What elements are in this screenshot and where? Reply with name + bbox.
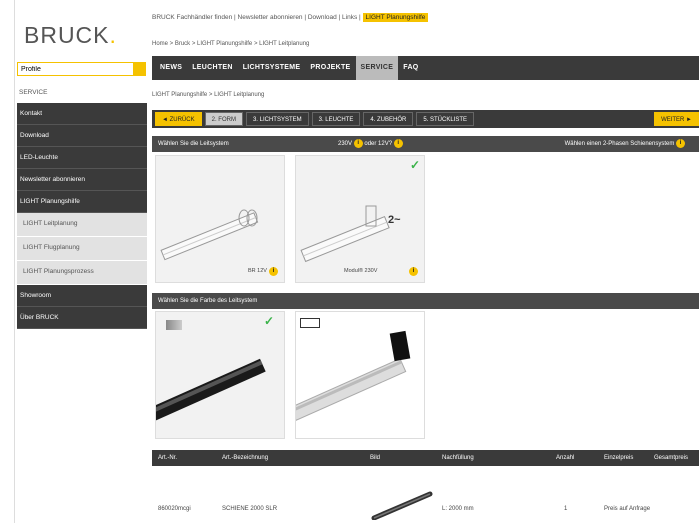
top-links-text[interactable]: BRUCK Fachhändler finden | Newsletter ab…: [152, 14, 361, 21]
nav-item-news[interactable]: NEWS: [155, 56, 187, 80]
info-icon[interactable]: i: [393, 138, 403, 148]
info-icon[interactable]: i: [353, 138, 363, 148]
top-links[interactable]: BRUCK Fachhändler finden | Newsletter ab…: [152, 13, 429, 22]
checkmark-icon: ✓: [409, 158, 420, 172]
sidebar-item-light-planungshilfe[interactable]: LIGHT Planungshilfe: [17, 191, 147, 213]
info-icon[interactable]: i: [409, 267, 418, 276]
sidebar-item-kontakt[interactable]: Kontakt: [17, 103, 147, 125]
voltage-choice: 230V i oder 12V? i: [338, 136, 403, 152]
bruck-logo[interactable]: BRUCK.: [24, 22, 117, 49]
section-farbe-header: Wählen Sie die Farbe des Leitsystem: [152, 293, 699, 309]
sidebar-item-newsletter[interactable]: Newsletter abonnieren: [17, 169, 147, 191]
content-breadcrumb[interactable]: LIGHT Planungshilfe > LIGHT Leitplanung: [152, 92, 264, 98]
table-row: 860020mcgi SCHIENE 2000 SLR L: 2000 mm 1…: [152, 468, 699, 523]
search-button[interactable]: [133, 63, 145, 75]
sidebar-item-led-leuchte[interactable]: LED-Leuchte: [17, 147, 147, 169]
col-einzelpreis: Einzelpreis: [604, 455, 634, 461]
col-art-nr: Art.-Nr.: [158, 455, 177, 461]
step-zubehoer[interactable]: 4. ZUBEHÖR: [363, 112, 414, 126]
col-bild: Bild: [370, 455, 381, 461]
color-card-white[interactable]: [295, 311, 425, 439]
nav-item-projekte[interactable]: PROJEKTE: [305, 56, 355, 80]
step-form[interactable]: 2. FORM: [204, 112, 243, 126]
col-bezeichnung: Art.-Bezeichnung: [222, 455, 269, 461]
nav-item-lichtsysteme[interactable]: LICHTSYSTEME: [238, 56, 306, 80]
info-icon[interactable]: i: [676, 138, 685, 148]
col-gesamtpreis: Gesamtpreis: [654, 455, 689, 461]
rail-white-image: [296, 330, 411, 421]
search-box: [17, 62, 146, 76]
wizard-steps: ◄ ZURÜCK 2. FORM 3. LICHTSYSTEM 3. LEUCH…: [152, 110, 699, 128]
nav-item-leuchten[interactable]: LEUCHTEN: [187, 56, 238, 80]
info-icon[interactable]: i: [269, 267, 278, 276]
two-phase-mark: 2~: [388, 214, 401, 226]
sidebar-item-showroom[interactable]: Showroom: [17, 285, 147, 307]
rail-12v-image: [160, 209, 259, 261]
sidebar-subitem-planungsprozess[interactable]: LIGHT Planungsprozess: [17, 261, 147, 285]
step-leuchte[interactable]: 3. LEUCHTE: [311, 112, 361, 126]
cell-length: L: 2000 mm: [442, 506, 474, 512]
section-title: Wählen Sie die Farbe des Leitsystem: [158, 298, 258, 304]
cell-name: SCHIENE 2000 SLR: [222, 506, 278, 512]
sidebar: SERVICE Kontakt Download LED-Leuchte New…: [17, 85, 147, 329]
section-leitsystem-header: Wählen Sie die Leitsystem 230V i oder 12…: [152, 136, 699, 152]
sidebar-subitem-leitplanung[interactable]: LIGHT Leitplanung: [17, 213, 147, 237]
cell-art-nr: 860020mcgi: [158, 506, 191, 512]
table-header: Art.-Nr. Art.-Bezeichnung Bild Nachfüllu…: [152, 450, 699, 466]
next-button[interactable]: WEITER ►: [654, 112, 699, 126]
search-input[interactable]: [18, 63, 131, 75]
card-caption: Modul® 230V: [344, 268, 378, 274]
col-anzahl: Anzahl: [556, 455, 575, 461]
main-nav: NEWS LEUCHTEN LICHTSYSTEME PROJEKTE SERV…: [152, 56, 699, 80]
step-lichtsystem[interactable]: 3. LICHTSYSTEM: [245, 112, 309, 126]
rail-black-image: [156, 358, 266, 421]
back-button[interactable]: ◄ ZURÜCK: [155, 112, 202, 126]
cell-qty[interactable]: 1: [564, 506, 567, 512]
product-card-12v[interactable]: BR 12V i: [155, 155, 285, 283]
nav-item-service[interactable]: SERVICE: [355, 56, 399, 80]
nav-item-faq[interactable]: FAQ: [398, 56, 423, 80]
sidebar-title: SERVICE: [19, 89, 48, 96]
sidebar-item-ueber-bruck[interactable]: Über BRUCK: [17, 307, 147, 329]
rail-thumbnail: [371, 491, 433, 520]
section-hint: Wählen einen 2-Phasen Schienensystem i: [565, 136, 685, 152]
product-card-230v[interactable]: ✓ 2~ Modul® 230V i: [295, 155, 425, 283]
step-stueckliste[interactable]: 5. STÜCKLISTE: [416, 112, 475, 126]
section-title: Wählen Sie die Leitsystem: [158, 141, 229, 147]
breadcrumb[interactable]: Home > Bruck > LIGHT Planungshilfe > LIG…: [152, 41, 309, 47]
rail-230v-image: [300, 205, 390, 263]
cell-price: Preis auf Anfrage: [604, 506, 651, 512]
sidebar-subitem-flugplanung[interactable]: LIGHT Flugplanung: [17, 237, 147, 261]
card-caption: BR 12V: [248, 268, 267, 274]
top-link-light-planungshilfe[interactable]: LIGHT Planungshilfe: [362, 13, 429, 22]
sidebar-item-download[interactable]: Download: [17, 125, 147, 147]
col-nachfuellung: Nachfüllung: [442, 455, 474, 461]
color-card-black[interactable]: ✓: [155, 311, 285, 439]
